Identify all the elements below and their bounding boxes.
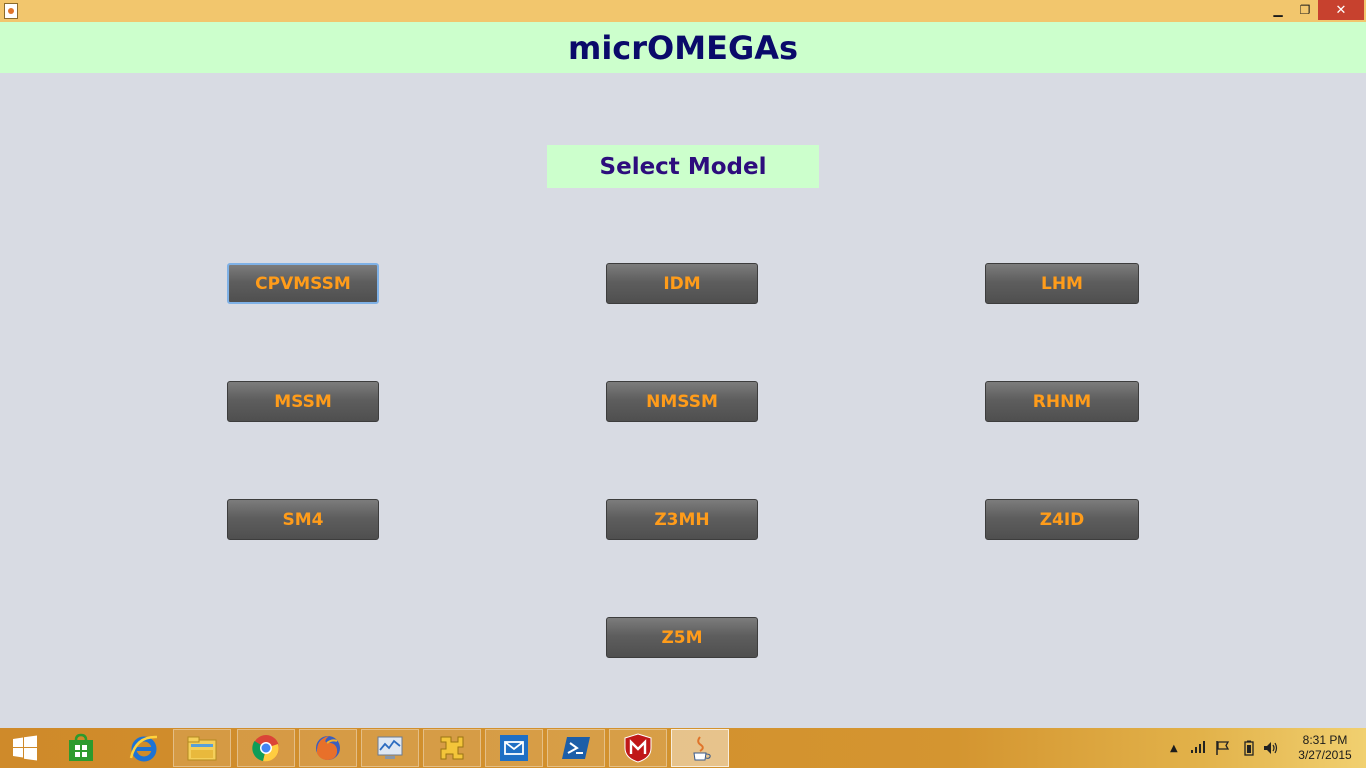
lhm-button[interactable]: LHM <box>985 263 1139 304</box>
java-icon[interactable] <box>671 729 729 767</box>
java-app-icon <box>4 3 18 19</box>
window-title-bar: ▁ ❐ ✕ <box>0 0 1366 22</box>
file-explorer-icon[interactable] <box>173 729 231 767</box>
idm-button-label: IDM <box>663 273 701 294</box>
nmssm-button[interactable]: NMSSM <box>606 381 758 422</box>
powershell-icon[interactable] <box>547 729 605 767</box>
network-icon[interactable] <box>1190 740 1206 757</box>
clock-date: 3/27/2015 <box>1298 748 1352 762</box>
idm-button[interactable]: IDM <box>606 263 758 304</box>
taskbar-clock[interactable]: 8:31 PM 3/27/2015 <box>1290 733 1360 763</box>
tool-icon[interactable] <box>423 729 481 767</box>
z4id-button-label: Z4ID <box>1039 509 1085 530</box>
restore-button[interactable]: ❐ <box>1292 0 1318 20</box>
select-model-heading: Select Model <box>547 145 819 188</box>
z5m-button-label: Z5M <box>661 627 703 648</box>
rhnm-button-label: RHNM <box>1032 391 1092 412</box>
app-header: micrOMEGAs <box>0 22 1366 73</box>
mssm-button[interactable]: MSSM <box>227 381 379 422</box>
clock-time: 8:31 PM <box>1302 733 1348 747</box>
nmssm-button-label: NMSSM <box>646 391 718 412</box>
cpvmssm-button[interactable]: CPVMSSM <box>227 263 379 304</box>
sm4-button[interactable]: SM4 <box>227 499 379 540</box>
mssm-button-label: MSSM <box>274 391 332 412</box>
select-model-label: Select Model <box>599 153 767 180</box>
store-icon[interactable] <box>52 728 110 768</box>
z3mh-button[interactable]: Z3MH <box>606 499 758 540</box>
z3mh-button-label: Z3MH <box>654 509 710 530</box>
app-title: micrOMEGAs <box>567 28 799 67</box>
performance-monitor-icon[interactable] <box>361 729 419 767</box>
start-icon[interactable] <box>0 728 50 768</box>
sm4-button-label: SM4 <box>282 509 324 530</box>
firefox-icon[interactable] <box>299 729 357 767</box>
z4id-button[interactable]: Z4ID <box>985 499 1139 540</box>
chrome-icon[interactable] <box>237 729 295 767</box>
minimize-button[interactable]: ▁ <box>1264 0 1292 20</box>
rhnm-button[interactable]: RHNM <box>985 381 1139 422</box>
volume-icon[interactable] <box>1263 740 1279 759</box>
action-center-flag-icon[interactable] <box>1215 740 1231 759</box>
mcafee-icon[interactable] <box>609 729 667 767</box>
close-button[interactable]: ✕ <box>1318 0 1364 20</box>
lhm-button-label: LHM <box>1041 273 1083 294</box>
battery-icon[interactable] <box>1244 740 1254 759</box>
mail-icon[interactable] <box>485 729 543 767</box>
show-hidden-icons-icon[interactable]: ▲ <box>1170 743 1178 754</box>
cpvmssm-button-label: CPVMSSM <box>255 273 351 294</box>
z5m-button[interactable]: Z5M <box>606 617 758 658</box>
taskbar <box>0 728 1366 768</box>
internet-explorer-icon[interactable] <box>115 728 173 768</box>
